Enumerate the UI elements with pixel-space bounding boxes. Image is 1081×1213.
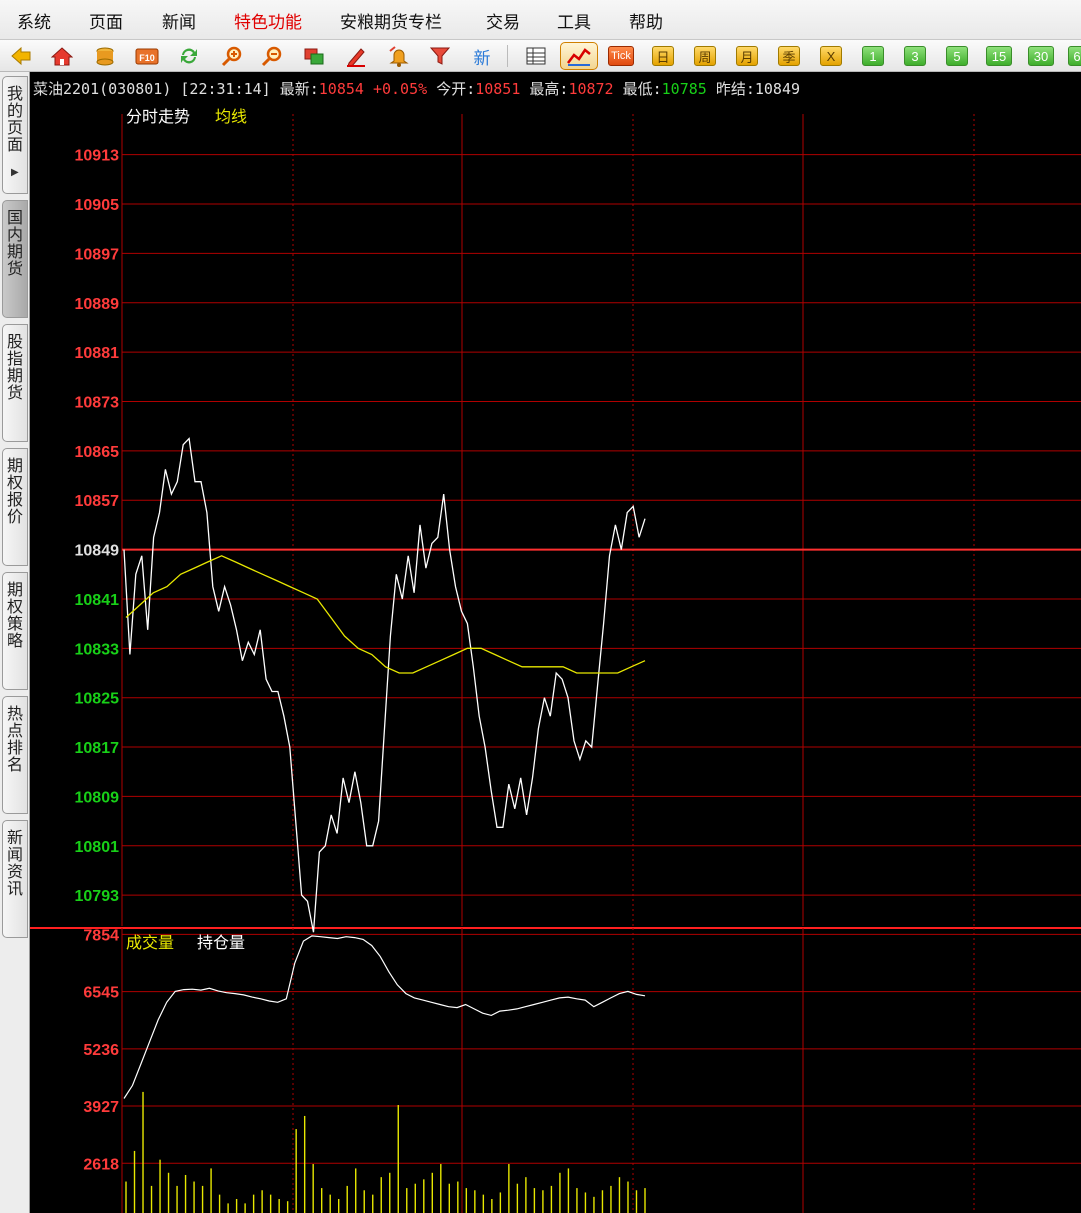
low-price: 10785	[661, 80, 707, 98]
price-tick-label: 10841	[75, 592, 120, 609]
intraday-chart-icon[interactable]	[560, 42, 598, 70]
volume-bars	[125, 1091, 646, 1213]
volume-tick-label: 2618	[83, 1156, 119, 1173]
period-quarter-button[interactable]: 季	[778, 46, 800, 66]
menu-features[interactable]: 特色功能	[234, 8, 302, 33]
price-tick-label: 10913	[75, 148, 120, 165]
price-tick-label: 10873	[75, 395, 120, 412]
toolbar-separator	[507, 45, 508, 67]
bell-icon[interactable]	[386, 43, 412, 69]
menu-tools[interactable]: 工具	[557, 8, 591, 33]
minute-30-button[interactable]: 30	[1028, 46, 1054, 66]
price-tick-label: 10905	[75, 197, 120, 214]
home-icon[interactable]	[49, 43, 75, 69]
open-interest-line	[123, 935, 646, 1099]
minute-5-button[interactable]: 5	[946, 46, 968, 66]
price-tick-label: 10809	[75, 789, 120, 806]
window-icon[interactable]	[301, 43, 327, 69]
price-tick-label: 10889	[75, 296, 120, 313]
toolbar: F10 新 Tick 日 周 月 季 X 1 3 5 15 30 6	[0, 40, 1081, 72]
open-interest-polyline	[123, 935, 646, 1099]
volume-tick-label: 7854	[83, 927, 119, 944]
price-tick-label: 10897	[75, 246, 120, 263]
quote-info-bar: 菜油2201(030801) [22:31:14] 最新:10854 +0.05…	[30, 74, 1081, 100]
high-label: 最高:	[529, 80, 569, 98]
refresh-icon[interactable]	[176, 43, 202, 69]
volume-tick-label: 3927	[83, 1099, 119, 1116]
price-tick-label: 10801	[75, 839, 120, 856]
minute-1-button[interactable]: 1	[862, 46, 884, 66]
menu-help[interactable]: 帮助	[629, 8, 663, 33]
price-tick-label: 10793	[75, 888, 120, 905]
price-grid	[30, 100, 1081, 929]
minute-3-button[interactable]: 3	[904, 46, 926, 66]
change-percent: +0.05%	[372, 80, 428, 98]
price-tick-label: 10825	[75, 691, 120, 708]
minute-15-button[interactable]: 15	[986, 46, 1012, 66]
new-button[interactable]: 新	[469, 43, 495, 69]
minute-60-button[interactable]: 6	[1068, 46, 1081, 66]
latest-price: 10854	[318, 80, 364, 98]
legend-avg: 均线	[215, 107, 247, 126]
menu-trade[interactable]: 交易	[486, 8, 520, 33]
table-icon[interactable]	[523, 43, 549, 69]
pencil-icon[interactable]	[343, 43, 369, 69]
price-tick-label: 10833	[75, 641, 120, 658]
volume-grid	[121, 928, 1081, 1213]
zoom-out-icon[interactable]	[259, 43, 285, 69]
open-price: 10851	[475, 80, 521, 98]
prev-settle-price: 10849	[754, 80, 801, 98]
menu-bar: 系统 页面 新闻 特色功能 安粮期货专栏 交易 工具 帮助	[0, 0, 1081, 40]
price-tick-label: 10865	[75, 444, 120, 461]
high-price: 10872	[568, 80, 614, 98]
period-month-button[interactable]: 月	[736, 46, 758, 66]
price-tick-label: 10849	[75, 543, 120, 560]
menu-page[interactable]: 页面	[89, 8, 123, 33]
menu-anliang-column[interactable]: 安粮期货专栏	[340, 8, 442, 33]
open-label: 今开:	[436, 80, 476, 98]
tick-button[interactable]: Tick	[608, 46, 634, 66]
intraday-chart[interactable]: 10913 10905 10897 10889 10881 10873 10865 10857…	[0, 100, 1081, 1213]
f10-icon[interactable]: F10	[134, 43, 160, 69]
menu-system[interactable]: 系统	[17, 8, 51, 33]
volume-tick-label: 5236	[83, 1042, 119, 1059]
price-tick-label: 10817	[75, 740, 120, 757]
price-panel-bg	[30, 100, 1081, 928]
quote-time: [22:31:14]	[180, 80, 271, 98]
database-icon[interactable]	[92, 43, 118, 69]
legend-price: 分时走势	[126, 107, 190, 126]
legend-volume: 成交量	[126, 933, 174, 952]
period-day-button[interactable]: 日	[652, 46, 674, 66]
period-week-button[interactable]: 周	[694, 46, 716, 66]
svg-text:F10: F10	[139, 53, 155, 63]
volume-axis: 7854 6545 5236 3927 2618	[83, 927, 119, 1173]
filter-icon[interactable]	[427, 43, 453, 69]
zoom-in-icon[interactable]	[219, 43, 245, 69]
price-tick-label: 10881	[75, 345, 120, 362]
price-tick-label: 10857	[75, 493, 120, 510]
menu-news[interactable]: 新闻	[162, 8, 196, 33]
contract-name: 菜油2201(030801)	[33, 80, 172, 98]
low-label: 最低:	[622, 80, 662, 98]
volume-tick-label: 6545	[83, 985, 119, 1002]
period-x-button[interactable]: X	[820, 46, 842, 66]
back-arrow-icon[interactable]	[8, 43, 34, 69]
legend-open-interest: 持仓量	[197, 933, 245, 952]
latest-label: 最新:	[279, 80, 319, 98]
prev-settle-label: 昨结:	[715, 80, 755, 98]
